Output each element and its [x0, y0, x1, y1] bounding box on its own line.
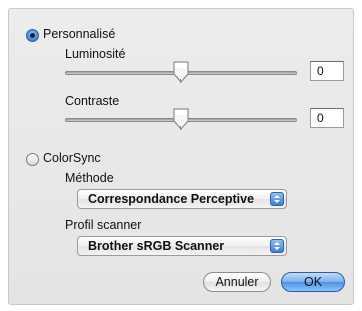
contraste-value-field[interactable]: 0: [310, 108, 344, 128]
methode-label: Méthode: [65, 171, 114, 185]
contraste-slider-thumb[interactable]: [173, 108, 189, 133]
profil-scanner-label: Profil scanner: [65, 218, 142, 232]
luminosite-label: Luminosité: [65, 47, 126, 61]
colorsync-radio[interactable]: [26, 153, 39, 166]
colorsync-label: ColorSync: [43, 151, 101, 165]
popup-arrows-icon: [270, 192, 284, 206]
methode-popup-value: Correspondance Perceptive: [88, 192, 255, 206]
annuler-button[interactable]: Annuler: [203, 272, 271, 292]
luminosite-value-field[interactable]: 0: [310, 61, 344, 81]
luminosite-slider-thumb[interactable]: [173, 61, 189, 86]
methode-popup[interactable]: Correspondance Perceptive: [77, 189, 287, 209]
contraste-center-tick: [180, 126, 181, 130]
personnalise-radio[interactable]: [26, 29, 39, 42]
profil-scanner-popup-value: Brother sRGB Scanner: [88, 239, 225, 253]
popup-arrows-icon: [270, 239, 284, 253]
contraste-label: Contraste: [65, 94, 120, 108]
profil-scanner-popup[interactable]: Brother sRGB Scanner: [77, 236, 287, 256]
settings-panel: Personnalisé Luminosité 0 Contraste 0 Co…: [8, 8, 354, 305]
ok-button[interactable]: OK: [281, 272, 345, 292]
luminosite-center-tick: [180, 79, 181, 83]
personnalise-label: Personnalisé: [43, 27, 116, 41]
